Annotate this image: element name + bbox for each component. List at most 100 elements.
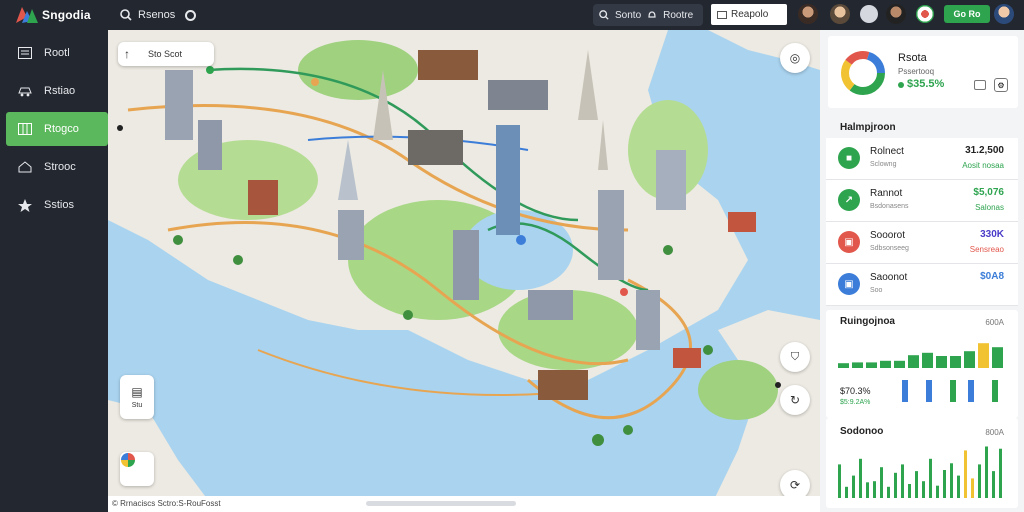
sidebar-item-rtogco[interactable]: Rtogco [6,112,108,146]
map-pin-3 [516,235,526,245]
go-button-label: Go Ro [953,9,981,19]
list-row-2[interactable]: ↗ Rannot Bsdonasens $5,076 Salonas [826,180,1018,222]
donut-chart [841,51,885,95]
shield-icon: ⛉ [790,350,800,363]
row-sub-value: Aosit nosaa [962,161,1004,170]
row-sub: Bsdonasens [870,203,909,210]
list-row-4[interactable]: ▣ Saoonot Soo $0A8 [826,264,1018,306]
chart-bar [999,448,1002,498]
chart-bar [908,355,919,368]
chart-card-2[interactable]: Sodonoo 800A [826,418,1018,508]
map-footer: © Rrnaciscs Sctro:S-RouFosst [108,496,820,512]
chart-bar [880,360,891,368]
building-house-2 [673,348,701,368]
list-row-3[interactable]: ▣ Sooorot Sdbsonseeg 330K Sensreao [826,222,1018,264]
mini-bar [950,380,956,402]
row-value: 31.2,500 [965,145,1004,156]
park-6 [698,360,778,420]
chart-bar [901,464,904,498]
go-button[interactable]: Go Ro [944,5,990,23]
map-attribution: © Rrnaciscs Sctro:S-RouFosst [112,499,221,508]
toolbar-right-label: Rootre [663,9,694,21]
chart-bar [852,475,855,498]
chart-bar [950,356,961,368]
chart-card-1[interactable]: Ruingojnoa 600A $70.3% $5:9.2A% [826,310,1018,418]
chart-bar [922,352,933,368]
summary-value: $35.5% [907,78,945,90]
chart-bar [894,360,905,368]
map-top-label: Sto Scot [148,49,183,59]
help-icon[interactable] [860,5,878,23]
record-icon[interactable] [916,5,934,23]
top-search[interactable]: Rsenos [120,9,197,21]
map-pin-5 [117,125,123,131]
sidebar-item-strooc[interactable]: Strooc [6,150,108,184]
chart1-corner: 600A [985,318,1004,327]
building-tower-4 [656,150,686,210]
map-scrollbar[interactable] [366,501,516,506]
sidebar-item-label: Strooc [44,161,76,173]
sidebar-item-rstiao[interactable]: Rstiao [6,74,108,108]
chart-bar [838,464,841,498]
input-icon [717,10,727,19]
row-sub: Soo [870,287,883,294]
toolbar-group[interactable]: Sonto Rootre [593,4,703,26]
settings-icon[interactable]: ⚙ [994,78,1008,92]
sidebar-item-rootl[interactable]: Rootl [6,36,108,70]
chart2-svg [838,446,1002,498]
building-tower-5 [338,210,364,260]
chart-bar [880,467,883,498]
toolbar-left-label: Sonto [615,9,642,21]
google-maps-button[interactable] [120,452,154,486]
compass-button[interactable]: ◎ [780,43,810,73]
summary-card[interactable]: Rsota Pssertooq $35.5% ⚙ [828,36,1018,108]
chart1-svg [838,343,1003,368]
user-avatar-3[interactable] [886,4,906,24]
chart1-sub-value: $5:9.2A% [840,399,871,406]
chart-bar [971,478,974,498]
mini-bar [992,380,998,402]
chart2-corner: 800A [985,428,1004,437]
layers-button[interactable]: ▤ Stu [120,375,154,419]
location-input-value: Reapolo [731,9,769,20]
top-label-chip[interactable]: ↑ Sto Scot [118,42,214,66]
row-sub: Sclowng [870,161,897,168]
arrow-up-icon: ↑ [124,47,130,61]
building-tower-7 [636,290,660,350]
locate-button[interactable]: ⛉ [780,342,810,372]
home-icon [18,161,32,173]
rotate-button[interactable]: ↻ [780,385,810,415]
chart-bar [978,464,981,498]
building-tower-1 [165,70,193,140]
user-avatar-4[interactable] [994,4,1014,24]
app-logo[interactable]: Sngodia [16,7,116,23]
chart-bar [915,471,918,498]
building-tower-2 [198,120,222,170]
google-logo-icon [121,453,135,467]
user-avatar-2[interactable] [830,4,850,24]
search-icon [599,10,609,20]
chart-bar [908,484,911,498]
map-pin-4 [620,288,628,296]
list-icon [18,47,32,59]
chart-bar [950,463,953,498]
row-sub-value: Sensreao [969,245,1004,254]
map-pin-1 [206,66,214,74]
user-avatar-1[interactable] [798,4,818,24]
building-house-1 [728,212,756,232]
map-canvas[interactable] [108,30,820,512]
chart-bar [873,481,876,498]
status-ring-icon[interactable] [185,9,197,21]
location-input[interactable]: Reapolo [711,4,787,25]
row-name: Rolnect [870,146,904,157]
status-icon: ↗ [838,189,860,211]
lock-icon: ▣ [838,231,860,253]
building-block-6 [538,370,588,400]
map-view[interactable]: ↑ Sto Scot ◎ ▤ Stu ⛉ ↻ ⟳ © Rrnaciscs Sct… [108,30,820,512]
sidebar-item-sstios[interactable]: Sstios [6,188,108,222]
sidebar-item-label: Rootl [44,47,70,59]
mini-bar [968,380,974,402]
expand-icon[interactable] [974,80,986,90]
mini-bar [902,380,908,402]
list-row-1[interactable]: ■ Rolnect Sclowng 31.2,500 Aosit nosaa [826,138,1018,180]
